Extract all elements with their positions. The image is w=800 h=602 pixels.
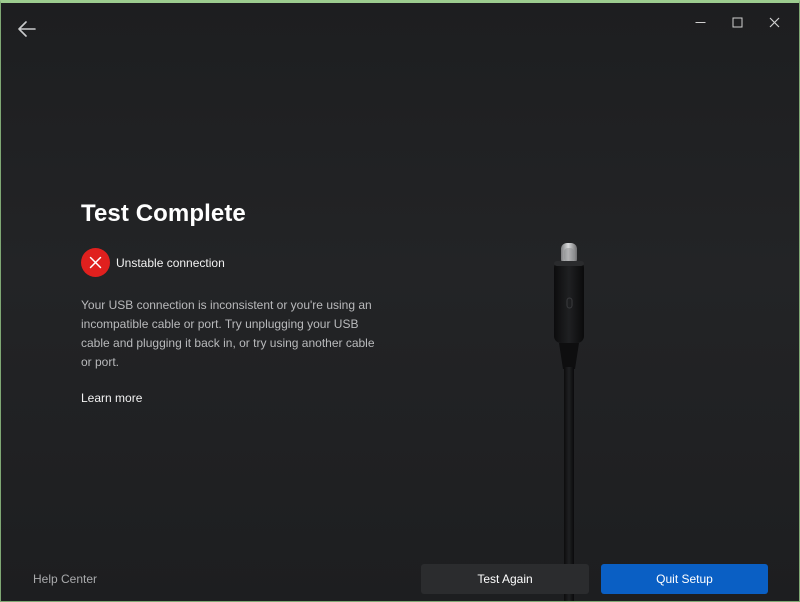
close-icon — [769, 17, 780, 27]
connection-status: Unstable connection — [81, 248, 225, 277]
page-title: Test Complete — [81, 200, 246, 227]
x-icon — [81, 248, 110, 277]
status-description: Your USB connection is inconsistent or y… — [81, 298, 375, 369]
back-button[interactable] — [14, 16, 40, 42]
maximize-button[interactable] — [719, 9, 756, 35]
minimize-icon — [695, 21, 706, 23]
usb-c-cable-illustration — [554, 243, 584, 601]
close-button[interactable] — [756, 9, 793, 35]
maximize-icon — [732, 17, 743, 27]
window-controls — [682, 9, 793, 35]
app-window: Test Complete Unstable connection Your U… — [0, 0, 800, 602]
quit-setup-button[interactable]: Quit Setup — [601, 564, 768, 594]
arrow-left-icon — [18, 21, 36, 37]
minimize-button[interactable] — [682, 9, 719, 35]
help-center-link[interactable]: Help Center — [33, 572, 97, 586]
test-again-button[interactable]: Test Again — [421, 564, 589, 594]
learn-more-link[interactable]: Learn more — [81, 391, 142, 405]
status-label: Unstable connection — [116, 255, 225, 270]
